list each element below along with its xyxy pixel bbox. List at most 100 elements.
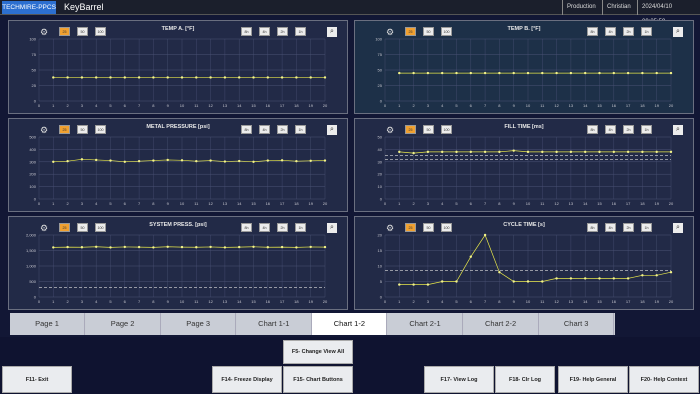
f5-change-view-button[interactable]: F5- Change View All <box>283 340 353 364</box>
period-button[interactable]: 4h <box>259 27 270 36</box>
gear-icon[interactable]: ⚙ <box>385 125 395 135</box>
search-icon[interactable]: ⌕ <box>327 125 337 135</box>
data-point <box>569 150 573 154</box>
range-button[interactable]: 100 <box>95 27 106 36</box>
f19-help-general-button[interactable]: F19- Help General <box>558 366 628 393</box>
period-button[interactable]: 1h <box>641 27 652 36</box>
range-button[interactable]: 50 <box>77 125 88 134</box>
f18-clear-log-button[interactable]: F18- Clr Log <box>495 366 555 393</box>
period-button[interactable]: 4h <box>605 27 616 36</box>
period-button[interactable]: 8h <box>587 223 598 232</box>
search-icon[interactable]: ⌕ <box>673 27 683 37</box>
x-tick-label: 6 <box>124 103 127 108</box>
range-button[interactable]: 100 <box>441 27 452 36</box>
range-button[interactable]: 50 <box>77 27 88 36</box>
y-tick-label: 200 <box>29 172 36 177</box>
range-button[interactable]: 100 <box>441 223 452 232</box>
tab-page-2[interactable]: Page 2 <box>85 313 161 335</box>
range-button[interactable]: 50 <box>423 223 434 232</box>
range-button[interactable]: 100 <box>441 125 452 134</box>
x-tick-label: 16 <box>612 103 617 108</box>
gear-icon[interactable]: ⚙ <box>39 223 49 233</box>
period-button[interactable]: 8h <box>587 27 598 36</box>
period-button[interactable]: 4h <box>259 223 270 232</box>
gear-icon[interactable]: ⚙ <box>385 27 395 37</box>
chart-panel: 100 75 50 25 0 0 1 2 3 4 5 6 7 8 9 10 11 12 13 14 15 16 17 18 19… <box>354 20 694 114</box>
x-tick-label: 16 <box>612 201 617 206</box>
range-button[interactable]: 25 <box>59 223 70 232</box>
period-button[interactable]: 4h <box>605 125 616 134</box>
period-button[interactable]: 2h <box>277 27 288 36</box>
data-point <box>252 76 255 79</box>
x-tick-label: 12 <box>208 103 213 108</box>
range-button[interactable]: 50 <box>77 223 88 232</box>
period-button[interactable]: 2h <box>623 27 634 36</box>
range-button[interactable]: 25 <box>59 125 70 134</box>
period-button[interactable]: 8h <box>587 125 598 134</box>
search-icon[interactable]: ⌕ <box>327 27 337 37</box>
range-button[interactable]: 25 <box>405 125 416 134</box>
data-point <box>52 246 55 249</box>
data-point <box>612 71 615 75</box>
search-icon[interactable]: ⌕ <box>327 223 337 233</box>
y-tick-label: 5 <box>380 279 383 284</box>
data-point <box>512 280 515 283</box>
tab-chart-3[interactable]: Chart 3 <box>539 313 615 335</box>
y-tick-label: 0 <box>380 295 383 300</box>
x-tick-label: 5 <box>109 299 112 304</box>
data-point <box>80 76 84 79</box>
period-button[interactable]: 4h <box>605 223 616 232</box>
x-tick-label: 14 <box>583 103 588 108</box>
x-tick-label: 1 <box>52 299 55 304</box>
function-key-bar: F5- Change View All F11- Exit F14- Freez… <box>0 337 700 394</box>
f14-freeze-display-button[interactable]: F14- Freeze Display <box>212 366 282 393</box>
tab-chart-2-1[interactable]: Chart 2-1 <box>388 313 463 335</box>
x-tick-label: 16 <box>266 201 271 206</box>
data-point <box>626 277 630 280</box>
range-button[interactable]: 100 <box>95 125 106 134</box>
period-button[interactable]: 1h <box>295 223 306 232</box>
period-button[interactable]: 2h <box>277 125 288 134</box>
period-button[interactable]: 4h <box>259 125 270 134</box>
f15-chart-buttons-button[interactable]: F15- Chart Buttons <box>283 366 353 393</box>
tab-chart-2-2[interactable]: Chart 2-2 <box>463 313 539 335</box>
period-button[interactable]: 2h <box>277 223 288 232</box>
x-tick-label: 20 <box>669 201 674 206</box>
period-button[interactable]: 8h <box>241 27 252 36</box>
search-icon[interactable]: ⌕ <box>673 125 683 135</box>
period-button[interactable]: 8h <box>241 125 252 134</box>
data-point <box>66 245 69 249</box>
data-point <box>498 71 501 75</box>
x-tick-label: 15 <box>251 201 256 206</box>
y-tick-label: 500 <box>29 279 36 284</box>
f11-exit-button[interactable]: F11- Exit <box>2 366 72 393</box>
period-button[interactable]: 1h <box>295 27 306 36</box>
gear-icon[interactable]: ⚙ <box>39 27 49 37</box>
range-button[interactable]: 50 <box>423 27 434 36</box>
gear-icon[interactable]: ⚙ <box>385 223 395 233</box>
period-button[interactable]: 2h <box>623 223 634 232</box>
range-button[interactable]: 50 <box>423 125 434 134</box>
data-point <box>166 158 169 162</box>
tab-chart-1-1[interactable]: Chart 1-1 <box>236 313 312 335</box>
range-button[interactable]: 100 <box>95 223 106 232</box>
range-button[interactable]: 25 <box>405 27 416 36</box>
period-button[interactable]: 1h <box>295 125 306 134</box>
gear-icon[interactable]: ⚙ <box>39 125 49 135</box>
tab-page-1[interactable]: Page 1 <box>10 313 85 335</box>
x-tick-label: 6 <box>470 201 473 206</box>
tab-page-3[interactable]: Page 3 <box>161 313 237 335</box>
period-button[interactable]: 2h <box>623 125 634 134</box>
range-button[interactable]: 25 <box>405 223 416 232</box>
period-button[interactable]: 1h <box>641 125 652 134</box>
search-icon[interactable]: ⌕ <box>673 223 683 233</box>
period-button[interactable]: 1h <box>641 223 652 232</box>
data-point <box>266 246 269 249</box>
period-button[interactable]: 8h <box>241 223 252 232</box>
x-tick-label: 4 <box>95 201 98 206</box>
f20-help-context-button[interactable]: F20- Help Context <box>629 366 699 393</box>
y-tick-label: 0 <box>34 295 37 300</box>
tab-chart-1-2[interactable]: Chart 1-2 <box>312 313 388 335</box>
range-button[interactable]: 25 <box>59 27 70 36</box>
f17-view-log-button[interactable]: F17- View Log <box>424 366 494 393</box>
